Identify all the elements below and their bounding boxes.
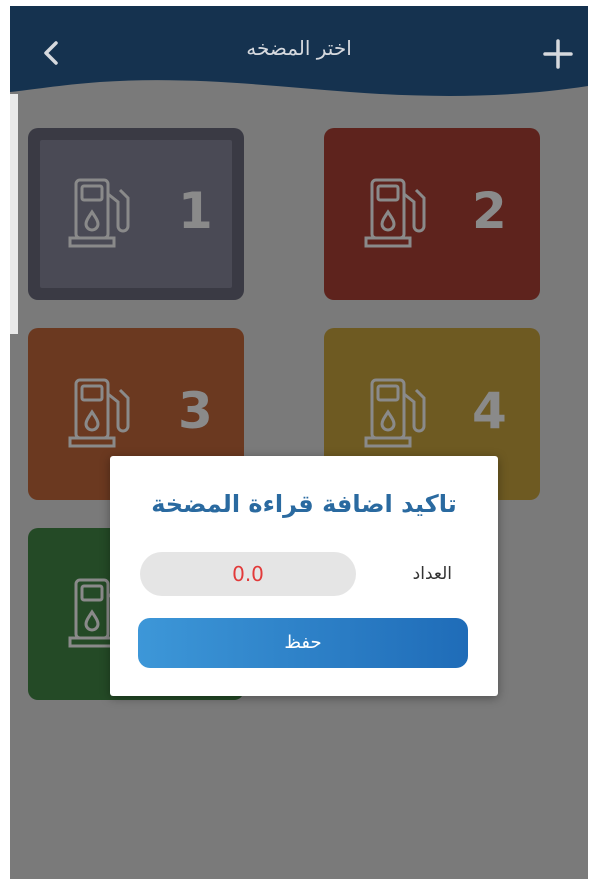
add-pump-button[interactable]	[536, 34, 580, 74]
plus-icon	[543, 39, 573, 69]
confirm-meter-dialog: تاكيد اضافة قراءة المضخة العداد حفظ	[110, 456, 498, 696]
pump-tile-1[interactable]: 1	[28, 128, 244, 300]
background-strip	[10, 94, 18, 334]
app-screen: اختر المضخه 1 2 3 4 تاكيد اضافة قراءة ال…	[10, 6, 588, 879]
fuel-pump-icon	[68, 178, 130, 248]
header-bar: اختر المضخه	[10, 6, 588, 98]
save-button[interactable]: حفظ	[138, 618, 468, 668]
pump-number: 1	[178, 182, 213, 240]
meter-label: العداد	[412, 564, 452, 584]
pump-number: 3	[178, 382, 213, 440]
meter-reading-input[interactable]	[140, 552, 356, 596]
fuel-pump-icon	[68, 378, 130, 448]
dialog-title: تاكيد اضافة قراءة المضخة	[151, 490, 457, 518]
fuel-pump-icon	[364, 378, 426, 448]
page-title: اختر المضخه	[246, 36, 352, 60]
pump-number: 2	[472, 182, 507, 240]
fuel-pump-icon	[364, 178, 426, 248]
pump-tile-2[interactable]: 2	[324, 128, 540, 300]
pump-number: 4	[472, 382, 507, 440]
